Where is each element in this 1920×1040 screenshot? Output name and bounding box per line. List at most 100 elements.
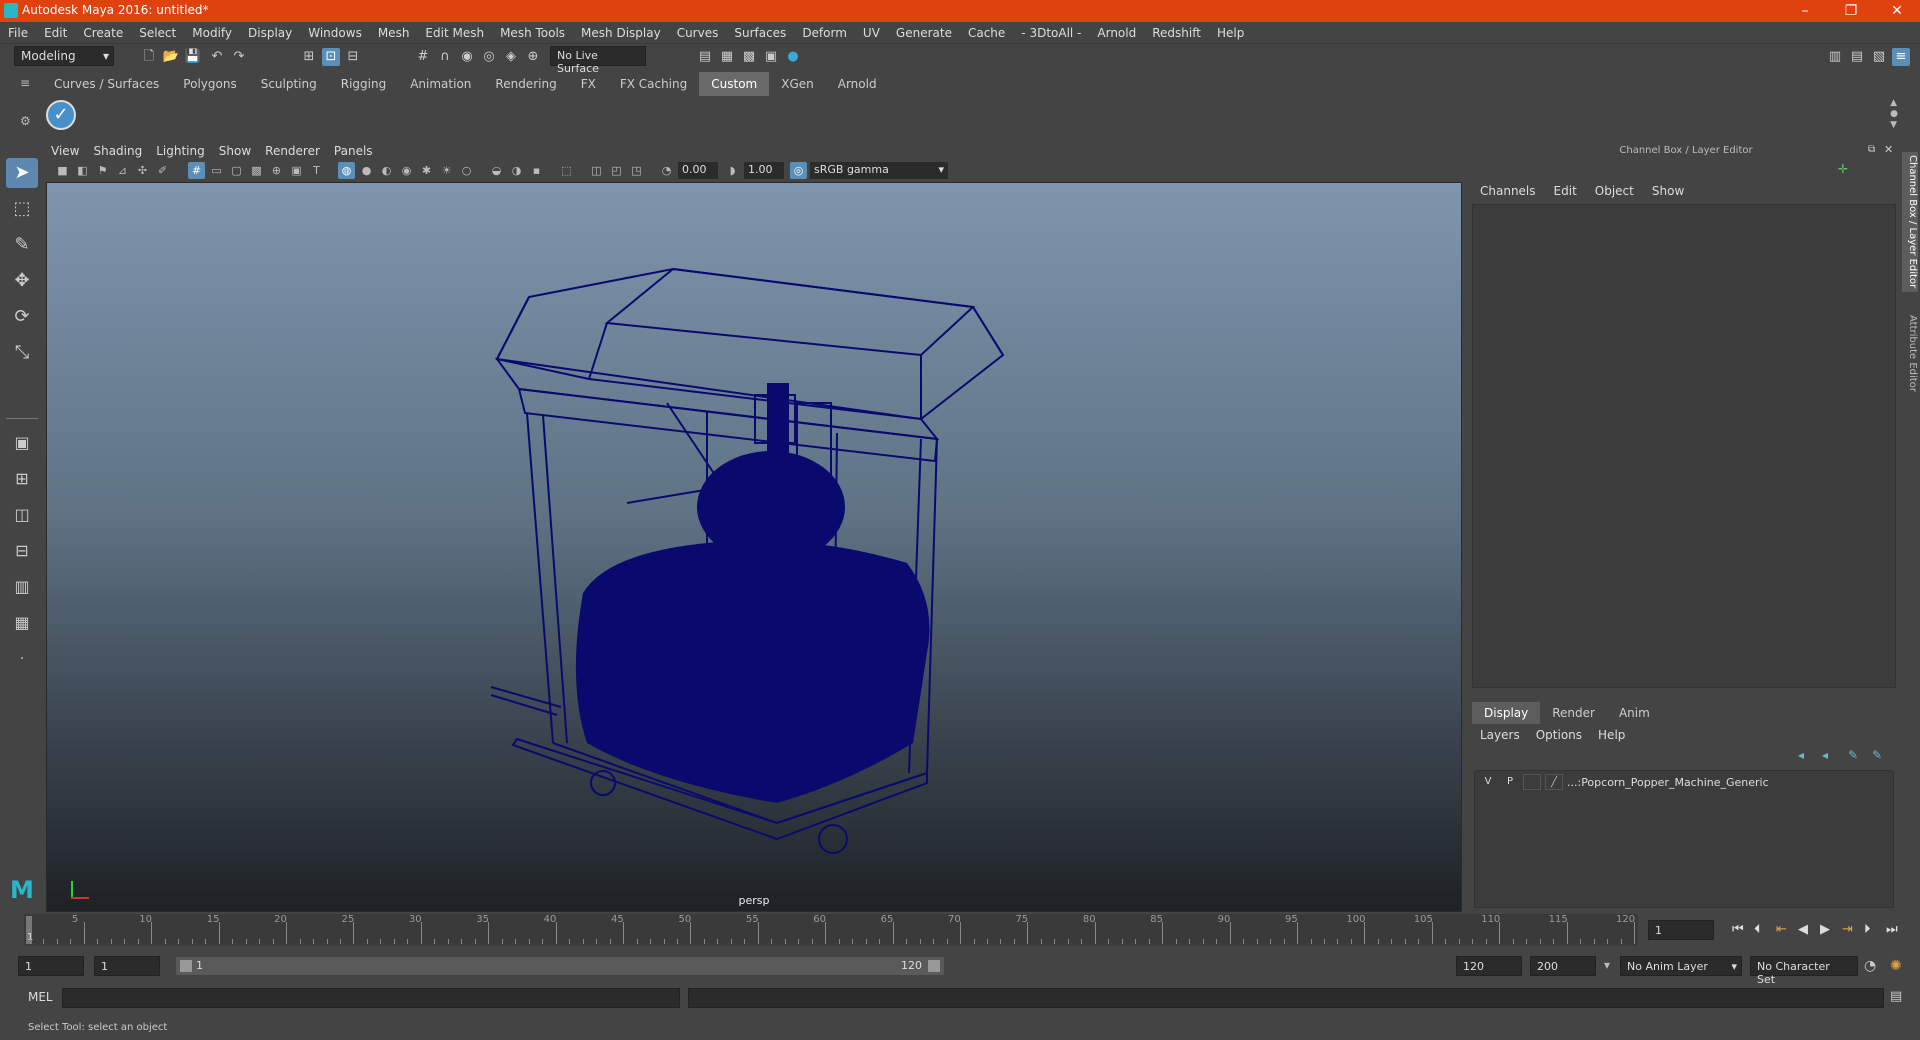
float-panel-icon[interactable]: ⧉ xyxy=(1868,144,1875,155)
new-layer-selected-icon[interactable]: ✎ xyxy=(1872,748,1882,762)
more-layouts-icon[interactable]: · xyxy=(6,644,38,674)
layer-playback-toggle[interactable]: P xyxy=(1501,774,1519,790)
menu-surfaces[interactable]: Surfaces xyxy=(726,22,794,44)
save-scene-icon[interactable]: 💾 xyxy=(184,48,202,66)
minimize-icon[interactable]: – xyxy=(1782,0,1828,22)
tab-custom[interactable]: Custom xyxy=(699,72,770,96)
menu-curves[interactable]: Curves xyxy=(669,22,727,44)
menu-modify[interactable]: Modify xyxy=(184,22,240,44)
menu-mesh-tools[interactable]: Mesh Tools xyxy=(492,22,573,44)
menu-uv[interactable]: UV xyxy=(855,22,888,44)
panel-menu-show[interactable]: Show xyxy=(212,142,258,160)
layer-visibility-toggle[interactable]: V xyxy=(1479,774,1497,790)
range-slider[interactable]: 1 120 xyxy=(176,957,944,975)
tab-attribute-editor[interactable]: Attribute Editor xyxy=(1902,308,1918,398)
play-backwards-icon[interactable]: ◀ xyxy=(1798,922,1808,937)
snap-view-icon[interactable]: ◎ xyxy=(480,48,498,66)
current-frame-field[interactable]: 1 xyxy=(1648,920,1714,940)
tab-display[interactable]: Display xyxy=(1472,702,1541,724)
select-tool-icon[interactable]: ➤ xyxy=(6,158,38,188)
persp-graph-layout-icon[interactable]: ⊟ xyxy=(6,536,38,566)
shelf-menu-icon[interactable]: ≡ xyxy=(20,76,30,90)
tab-rigging[interactable]: Rigging xyxy=(329,72,398,96)
tab-render[interactable]: Render xyxy=(1540,702,1607,724)
menu-file[interactable]: File xyxy=(0,22,36,44)
menu-windows[interactable]: Windows xyxy=(300,22,370,44)
2d-pan-zoom-icon[interactable]: ✣ xyxy=(134,162,151,179)
menu-select[interactable]: Select xyxy=(131,22,184,44)
hypershade-icon[interactable]: ● xyxy=(784,48,802,66)
tab-fx-caching[interactable]: FX Caching xyxy=(608,72,699,96)
close-panel-icon[interactable]: ✕ xyxy=(1884,143,1893,156)
edit-menu[interactable]: Edit xyxy=(1546,180,1587,202)
custom-script-check-icon[interactable]: ✓ xyxy=(46,100,76,130)
textured-icon[interactable]: ◉ xyxy=(398,162,415,179)
modeling-toolkit-icon[interactable]: ▥ xyxy=(1826,48,1844,66)
step-forward-key-icon[interactable]: ⇥ xyxy=(1842,922,1853,937)
layer-type-toggle[interactable] xyxy=(1523,774,1541,790)
gamma-icon[interactable]: ◗ xyxy=(724,162,741,179)
tab-polygons[interactable]: Polygons xyxy=(171,72,248,96)
mode-dropdown[interactable]: Modeling ▾ xyxy=(14,46,114,66)
select-object-icon[interactable]: ⊡ xyxy=(322,48,340,66)
lasso-tool-icon[interactable]: ⬚ xyxy=(6,194,38,224)
layer-name[interactable]: ...:Popcorn_Popper_Machine_Generic xyxy=(1567,776,1769,789)
panel-menu-renderer[interactable]: Renderer xyxy=(258,142,327,160)
shelf-scroll-icon[interactable]: ▲ ● ▼ xyxy=(1890,98,1898,131)
menu-create[interactable]: Create xyxy=(75,22,131,44)
panel-menu-panels[interactable]: Panels xyxy=(327,142,380,160)
attribute-editor-toggle-icon[interactable]: ▤ xyxy=(1848,48,1866,66)
playback-end-field[interactable]: 120 xyxy=(1456,956,1522,976)
color-management-icon[interactable]: ◎ xyxy=(790,162,807,179)
show-menu[interactable]: Show xyxy=(1644,180,1694,202)
menu-arnold[interactable]: Arnold xyxy=(1089,22,1144,44)
menu-3dtoall[interactable]: - 3DtoAll - xyxy=(1013,22,1089,44)
tab-sculpting[interactable]: Sculpting xyxy=(249,72,329,96)
end-time-field[interactable]: 200 xyxy=(1530,956,1596,976)
tab-channel-box[interactable]: Channel Box / Layer Editor xyxy=(1902,152,1918,292)
exposure-icon[interactable]: ◔ xyxy=(658,162,675,179)
isolate-select-icon[interactable]: ⬚ xyxy=(558,162,575,179)
smooth-shade-icon[interactable]: ● xyxy=(358,162,375,179)
render-settings-icon[interactable]: ▤ xyxy=(696,48,714,66)
hypershade-layout-icon[interactable]: ▦ xyxy=(6,608,38,638)
tab-anim[interactable]: Anim xyxy=(1607,702,1662,724)
tab-animation[interactable]: Animation xyxy=(398,72,483,96)
chevron-down-icon[interactable]: ▾ xyxy=(1604,958,1610,972)
menu-mesh[interactable]: Mesh xyxy=(370,22,418,44)
scale-tool-icon[interactable]: ⤡ xyxy=(6,338,38,368)
playback-start-field[interactable]: 1 xyxy=(94,956,160,976)
field-chart-icon[interactable]: ⊕ xyxy=(268,162,285,179)
camera-select-icon[interactable]: ■ xyxy=(54,162,71,179)
anim-prefs-icon[interactable]: ✺ xyxy=(1890,958,1902,974)
channels-menu[interactable]: Channels xyxy=(1472,180,1546,202)
start-time-field[interactable]: 1 xyxy=(18,956,84,976)
time-slider[interactable]: 1 5 10 15 20 25 30 35 40 45 50 55 60 65 70 75 80 85 90 95 1… xyxy=(24,914,1638,946)
close-icon[interactable]: ✕ xyxy=(1874,0,1920,22)
paint-select-tool-icon[interactable]: ✎ xyxy=(6,230,38,260)
play-forwards-icon[interactable]: ▶ xyxy=(1820,922,1830,937)
step-forward-frame-icon[interactable]: ⏵ xyxy=(1864,922,1871,937)
colorspace-dropdown[interactable]: sRGB gamma ▾ xyxy=(810,162,948,179)
grease-pencil-icon[interactable]: ✐ xyxy=(154,162,171,179)
go-to-start-icon[interactable]: ⏮ xyxy=(1732,922,1744,937)
range-end-handle[interactable] xyxy=(928,960,940,972)
single-pane-layout-icon[interactable]: ▣ xyxy=(6,428,38,458)
motion-blur-icon[interactable]: ◒ xyxy=(488,162,505,179)
tab-curves-surfaces[interactable]: Curves / Surfaces xyxy=(42,72,171,96)
script-editor-icon[interactable]: ▤ xyxy=(1890,989,1902,1004)
wireframe-on-shaded-icon[interactable]: ◐ xyxy=(378,162,395,179)
redo-icon[interactable]: ↷ xyxy=(230,48,248,66)
anim-layer-dropdown[interactable]: No Anim Layer ▾ xyxy=(1620,956,1742,976)
tab-xgen[interactable]: XGen xyxy=(769,72,826,96)
depth-of-field-icon[interactable]: ▪ xyxy=(528,162,545,179)
select-hierarchy-icon[interactable]: ⊞ xyxy=(300,48,318,66)
snap-grid-icon[interactable]: # xyxy=(414,48,432,66)
xray-icon[interactable]: ◫ xyxy=(588,162,605,179)
snap-live-icon[interactable]: ⊕ xyxy=(524,48,542,66)
panel-menu-view[interactable]: View xyxy=(44,142,86,160)
xray-components-icon[interactable]: ◳ xyxy=(628,162,645,179)
restore-icon[interactable]: ❐ xyxy=(1828,0,1874,22)
menu-deform[interactable]: Deform xyxy=(794,22,855,44)
open-scene-icon[interactable]: 📂 xyxy=(162,48,180,66)
